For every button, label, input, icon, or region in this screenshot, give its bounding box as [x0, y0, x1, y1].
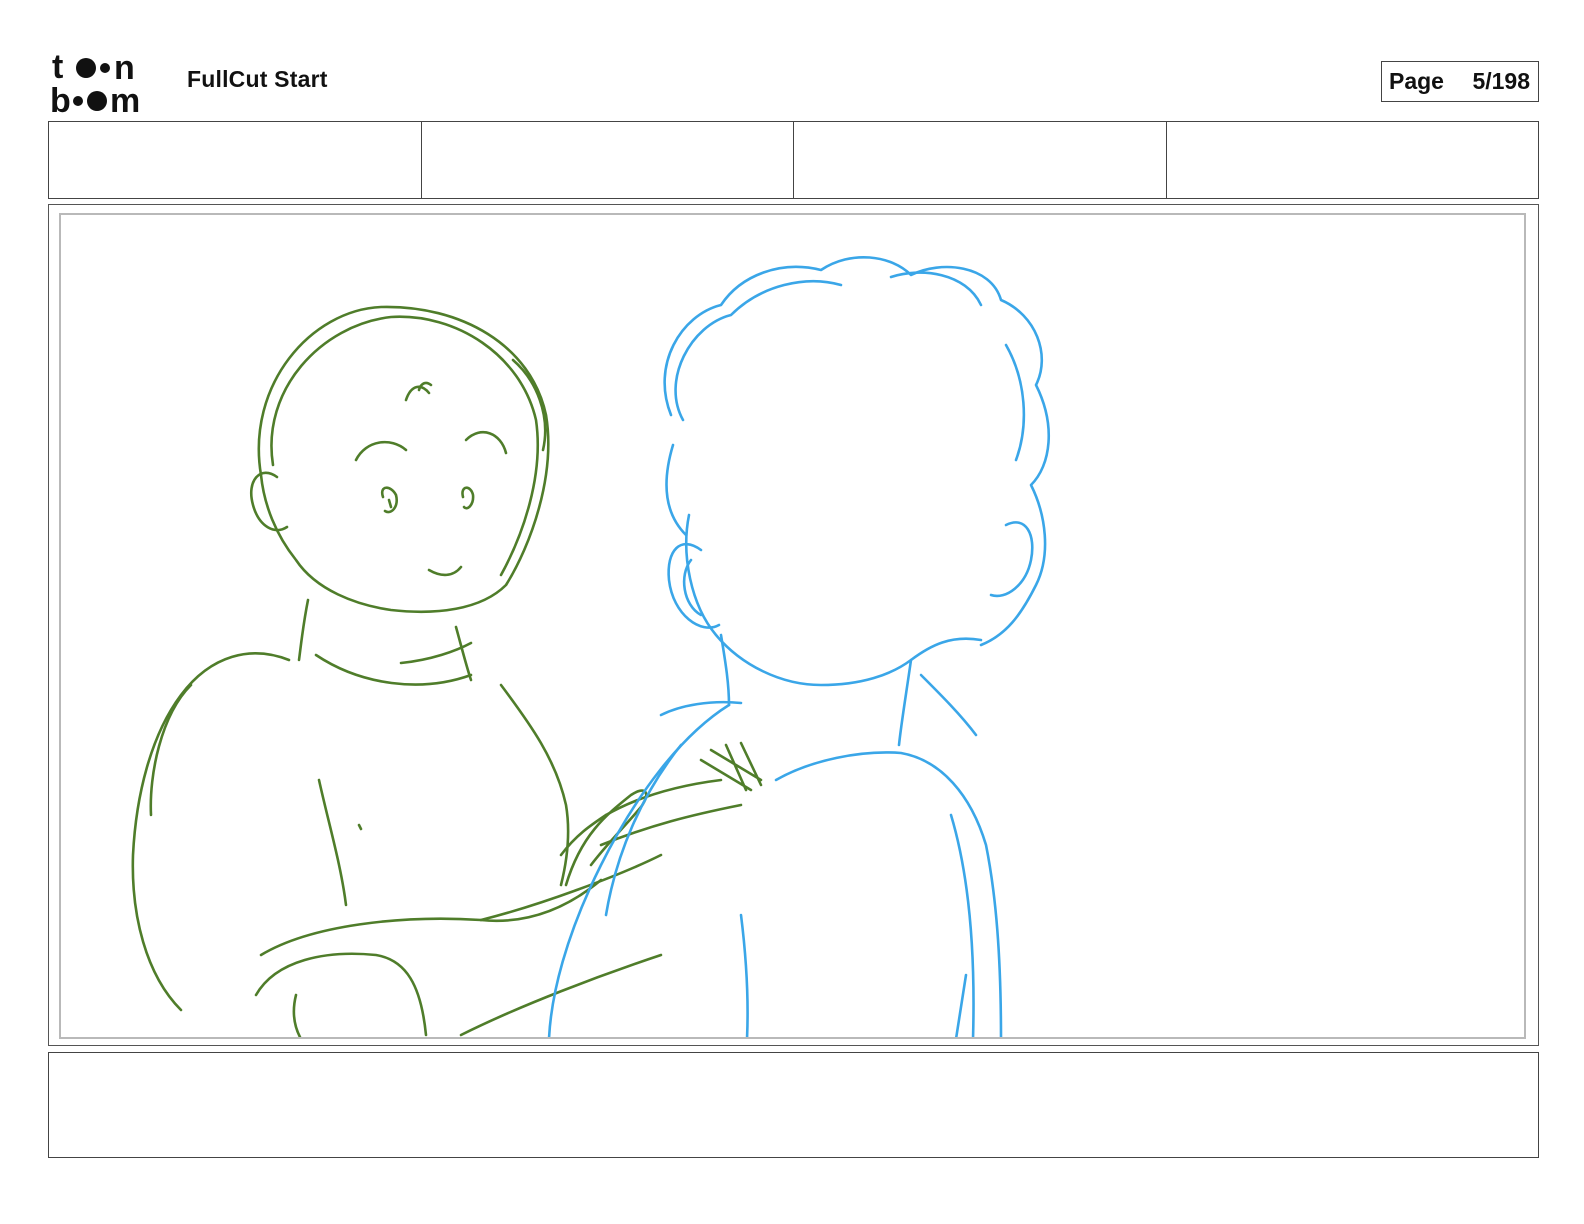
info-cell-3 — [794, 122, 1167, 198]
page-indicator: Page 5/198 — [1381, 61, 1539, 102]
right-figure-sketch — [547, 255, 1051, 1037]
page-label: Page — [1389, 68, 1444, 94]
info-cell-1 — [49, 122, 422, 198]
info-cell-2 — [422, 122, 794, 198]
info-cell-4 — [1167, 122, 1539, 198]
document-title: FullCut Start — [187, 66, 328, 92]
svg-text:m: m — [110, 82, 140, 114]
info-row — [48, 121, 1539, 199]
toon-boom-logo: t n b m — [50, 50, 166, 114]
storyboard-panel — [48, 204, 1539, 1046]
panel-notes — [48, 1052, 1539, 1158]
svg-text:t: t — [52, 50, 63, 86]
panel-drawing-area — [59, 213, 1526, 1039]
page-number: 5/198 — [1472, 68, 1530, 94]
left-figure-sketch — [131, 305, 763, 1037]
svg-text:b: b — [50, 82, 71, 114]
sketch-drawing — [131, 255, 1051, 1037]
